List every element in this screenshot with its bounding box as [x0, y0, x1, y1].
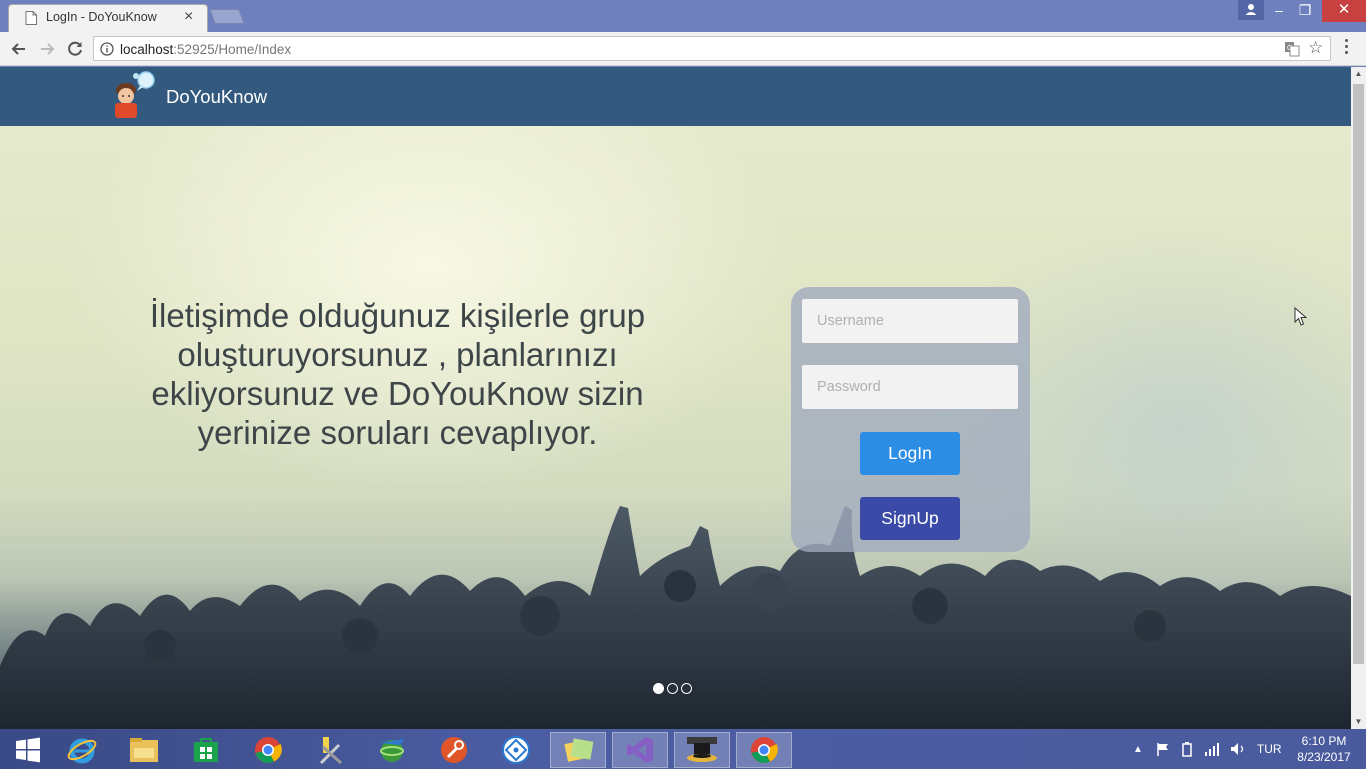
carousel-dot-1[interactable] [653, 683, 664, 694]
taskbar-notes-app[interactable] [550, 732, 606, 768]
taskbar-remote-app[interactable] [488, 732, 544, 768]
minimize-button[interactable]: – [1268, 0, 1290, 22]
page-scrollbar[interactable]: ▲ ▼ [1351, 67, 1366, 729]
password-input[interactable] [802, 365, 1018, 409]
hero-tagline: İletişimde olduğunuz kişilerle grup oluş… [149, 297, 646, 451]
taskbar-chrome-active[interactable] [736, 732, 792, 768]
carousel-dot-3[interactable] [681, 683, 692, 694]
taskbar-hat-app[interactable] [674, 732, 730, 768]
translate-icon[interactable]: G [1284, 41, 1300, 57]
windows-taskbar: ▲ TUR 6:10 PM 8/23/2017 [0, 729, 1366, 769]
clock-date: 8/23/2017 [1297, 750, 1351, 764]
tools-icon [319, 737, 342, 765]
chrome-icon [255, 737, 282, 763]
system-tray: ▲ TUR [1133, 729, 1282, 769]
address-bar[interactable]: localhost:52925/Home/Index G ☆ [93, 36, 1331, 61]
sticky-notes-icon [564, 738, 594, 762]
hat-app-icon [687, 737, 717, 762]
network-globe-icon [380, 739, 404, 762]
page-icon [25, 11, 37, 25]
input-language-indicator[interactable]: TUR [1257, 742, 1282, 756]
start-button[interactable] [0, 732, 56, 768]
carousel-indicators [653, 681, 695, 694]
store-icon [194, 738, 218, 762]
forward-arrow-icon[interactable] [36, 38, 58, 60]
chrome-active-icon [751, 737, 778, 763]
profile-button[interactable] [1238, 0, 1264, 20]
clock-time: 6:10 PM [1301, 734, 1347, 748]
url-host: localhost [120, 42, 174, 57]
svg-text:G: G [1287, 45, 1292, 52]
close-window-button[interactable]: ✕ [1322, 0, 1366, 22]
username-input[interactable] [802, 299, 1018, 343]
taskbar-internet-explorer[interactable] [54, 732, 110, 768]
battery-power-icon[interactable] [1179, 741, 1195, 757]
brand-logo-icon[interactable] [106, 70, 158, 120]
wifi-signal-icon[interactable] [1203, 741, 1221, 757]
url-text[interactable]: localhost:52925/Home/Index [120, 42, 291, 57]
site-navbar: DoYouKnow [0, 67, 1351, 126]
volume-speaker-icon[interactable] [1229, 741, 1247, 757]
internet-explorer-icon [67, 738, 97, 764]
chrome-menu-icon[interactable] [1344, 39, 1350, 59]
restore-button[interactable]: ❐ [1294, 0, 1316, 22]
taskbar-network-app[interactable] [364, 732, 420, 768]
visual-studio-icon [627, 737, 653, 763]
taskbar-chrome[interactable] [240, 732, 296, 768]
show-hidden-icons-icon[interactable]: ▲ [1133, 744, 1143, 755]
login-button[interactable]: LogIn [860, 432, 960, 475]
close-tab-icon[interactable]: × [184, 8, 193, 26]
url-path: :52925/Home/Index [173, 42, 292, 57]
carousel-dot-2[interactable] [667, 683, 678, 694]
wrench-app-icon [441, 737, 467, 763]
remote-desktop-icon [502, 736, 530, 764]
page-viewport: DoYouKnow İletişimde olduğunuz kişilerle… [0, 67, 1351, 729]
reload-icon[interactable] [64, 38, 86, 60]
scrollbar-thumb[interactable] [1353, 84, 1364, 664]
browser-titlebar: LogIn - DoYouKnow × – ❐ ✕ [0, 0, 1366, 32]
browser-tab[interactable]: LogIn - DoYouKnow × [8, 4, 208, 32]
browser-toolbar: localhost:52925/Home/Index G ☆ [0, 32, 1366, 66]
taskbar-wrench-app[interactable] [426, 732, 482, 768]
file-explorer-icon [130, 738, 158, 762]
taskbar-file-explorer[interactable] [116, 732, 172, 768]
user-icon [1245, 4, 1257, 15]
hero-carousel: İletişimde olduğunuz kişilerle grup oluş… [0, 126, 1351, 729]
windows-start-icon [16, 737, 40, 763]
taskbar-tools[interactable] [302, 732, 358, 768]
signup-button[interactable]: SignUp [860, 497, 960, 540]
brand-name[interactable]: DoYouKnow [166, 86, 267, 108]
taskbar-store[interactable] [178, 732, 234, 768]
tab-title: LogIn - DoYouKnow [46, 10, 157, 24]
taskbar-visual-studio[interactable] [612, 732, 668, 768]
scroll-up-arrow-icon[interactable]: ▲ [1351, 67, 1366, 81]
mouse-cursor-icon [1294, 307, 1308, 326]
login-card: LogIn SignUp [791, 287, 1030, 552]
scroll-down-arrow-icon[interactable]: ▼ [1351, 715, 1366, 729]
bookmark-star-icon[interactable]: ☆ [1308, 39, 1323, 57]
action-center-flag-icon[interactable] [1155, 741, 1171, 757]
new-tab-button[interactable] [209, 9, 245, 24]
info-icon[interactable] [100, 42, 114, 56]
back-arrow-icon[interactable] [8, 38, 30, 60]
taskbar-clock[interactable]: 6:10 PM 8/23/2017 [1288, 733, 1360, 765]
